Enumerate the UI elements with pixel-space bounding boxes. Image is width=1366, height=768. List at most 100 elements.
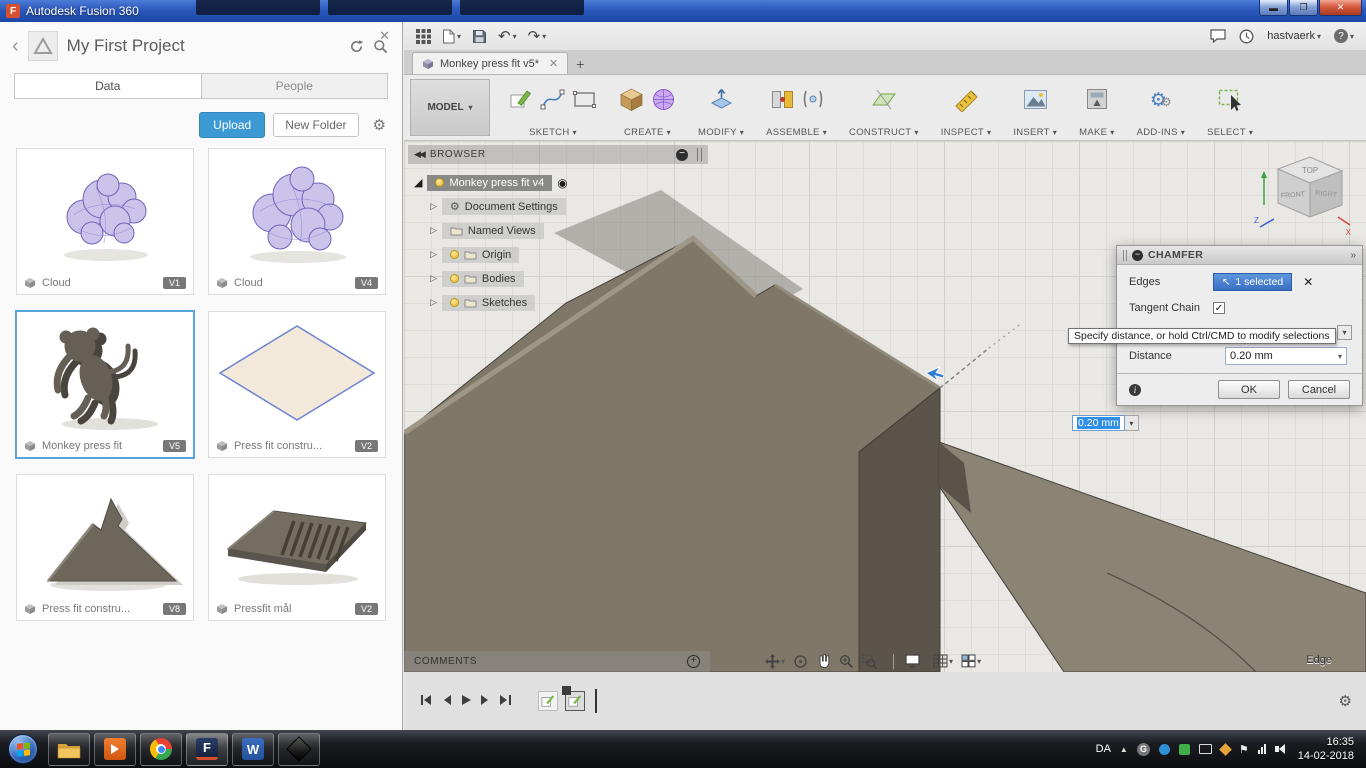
workspace-selector[interactable]: MODEL ▾ [410,79,490,136]
activity-clock-icon[interactable] [1239,29,1254,44]
taskbar-inkscape[interactable] [278,732,320,766]
inline-dropdown-caret[interactable]: ▾ [1124,415,1139,431]
collapsed-triangle-icon[interactable]: ▷ [430,273,437,284]
ok-button[interactable]: OK [1218,380,1280,399]
expand-triangle-icon[interactable]: ◢ [414,176,422,189]
activate-component-icon[interactable]: ◉ [557,176,567,190]
tray-icon-java[interactable] [1218,742,1232,756]
dialog-minimize-icon[interactable]: − [1132,249,1143,261]
browser-row-named-views[interactable]: ▷ Named Views [408,219,708,242]
grid-snap-button[interactable]: ▾ [930,651,956,671]
step-forward-button[interactable] [480,694,490,709]
viewcube-top-label[interactable]: TOP [1302,166,1318,175]
maximize-button[interactable]: ❐ [1289,0,1318,16]
expand-comments-icon[interactable]: + [687,655,700,668]
joint-button[interactable] [770,87,795,115]
browser-grip[interactable] [697,148,702,161]
distance-dropdown-caret[interactable]: ▾ [1338,352,1342,361]
tray-icon-update[interactable]: G [1136,742,1150,756]
browser-root-row[interactable]: ◢ Monkey press fit v4 ◉ [408,171,708,194]
browser-row-bodies[interactable]: ▷ Bodies [408,267,708,290]
zoom-button[interactable] [836,651,857,671]
panel-settings-gear-icon[interactable]: ⚙ [373,116,386,134]
go-to-end-button[interactable] [499,694,512,709]
tray-icon-security[interactable] [1178,743,1190,755]
ribbon-menu-select[interactable]: SELECT ▾ [1207,124,1253,140]
taskbar-fusion-360[interactable]: F [186,732,228,766]
zoom-window-button[interactable]: ▾ [859,651,885,671]
visibility-bulb-icon[interactable] [449,274,459,283]
step-back-button[interactable] [442,694,452,709]
inline-distance-input[interactable]: 0.20 mm ▾ [1072,415,1139,431]
create-form-button[interactable] [651,87,676,115]
measure-button[interactable] [954,87,979,115]
construct-plane-button[interactable] [871,87,897,115]
comments-bar[interactable]: COMMENTS + [404,651,710,672]
model-right-slab[interactable] [938,441,1366,672]
window-titlebar[interactable]: F Autodesk Fusion 360 ▬ ❐ ✕ [0,0,1366,22]
taskbar-media-player[interactable] [94,732,136,766]
tray-icon-network-app[interactable] [1158,743,1170,755]
hidden-icons-chevron[interactable]: ▲ [1120,745,1128,754]
save-button[interactable] [472,29,487,44]
play-button[interactable] [461,694,471,709]
dialog-grip[interactable] [1123,249,1127,261]
undo-button[interactable]: ↶ ▾ [498,29,517,44]
cancel-button[interactable]: Cancel [1288,380,1350,399]
ribbon-menu-sketch[interactable]: SKETCH ▾ [529,124,577,140]
browser-header[interactable]: ◀◀ BROWSER − [408,145,708,164]
background-window-tab[interactable] [328,0,452,15]
ribbon-menu-modify[interactable]: MODIFY ▾ [698,124,744,140]
project-card-cloud-v1[interactable]: Cloud V1 [16,148,194,295]
language-indicator[interactable]: DA [1096,743,1111,755]
visibility-bulb-icon[interactable] [449,298,459,307]
collapsed-triangle-icon[interactable]: ▷ [430,201,437,212]
display-settings-button[interactable]: ▾ [902,651,928,671]
as-built-joint-button[interactable] [802,87,824,114]
distance-input[interactable]: 0.20 mm ▾ [1225,347,1347,365]
close-document-icon[interactable]: ✕ [549,57,558,70]
tab-people[interactable]: People [200,74,387,98]
go-to-start-button[interactable] [420,694,433,709]
spline-tool-button[interactable] [540,87,565,114]
taskbar-clock[interactable]: 16:35 14-02-2018 [1298,735,1354,764]
ribbon-menu-make[interactable]: MAKE ▾ [1079,124,1114,140]
tab-data[interactable]: Data [15,74,201,98]
start-button[interactable] [8,734,38,764]
minimize-button[interactable]: ▬ [1259,0,1288,16]
browser-row-sketches[interactable]: ▷ Sketches [408,291,708,314]
project-card-monkey-press-fit[interactable]: Monkey press fit V5 [15,310,195,459]
insert-image-button[interactable] [1023,88,1048,114]
edges-selection-button[interactable]: ↖ 1 selected [1213,273,1293,291]
viewports-button[interactable]: ▾ [958,651,984,671]
tray-icon-display[interactable] [1198,744,1212,754]
tray-icon-action-center[interactable]: ⚑ [1239,743,1249,756]
select-tool-button[interactable] [1217,86,1243,115]
project-card-pressfit-maal[interactable]: Pressfit mål V2 [208,474,386,621]
visibility-bulb-icon[interactable] [435,178,445,187]
comment-bubble-icon[interactable] [1210,29,1226,43]
pan-button[interactable]: ▾ [762,651,788,671]
data-panel-close-icon[interactable]: ✕ [379,28,390,44]
ribbon-menu-construct[interactable]: CONSTRUCT ▾ [849,124,919,140]
addins-button[interactable]: ⚙⚙ [1150,91,1172,110]
create-box-button[interactable] [619,87,644,115]
document-tab[interactable]: Monkey press fit v5* ✕ [412,52,569,74]
new-document-tab-button[interactable]: + [568,54,592,74]
taskbar-chrome[interactable] [140,732,182,766]
volume-icon[interactable] [1274,744,1285,754]
dialog-dock-icon[interactable]: » [1350,250,1356,261]
taskbar-explorer[interactable] [48,732,90,766]
network-signal-icon[interactable] [1257,744,1266,754]
account-menu[interactable]: hastvaerk ▾ [1267,30,1321,42]
collapsed-triangle-icon[interactable]: ▷ [430,297,437,308]
back-chevron-icon[interactable]: ‹ [12,36,19,56]
info-icon[interactable]: i [1129,383,1141,396]
ribbon-menu-inspect[interactable]: INSPECT ▾ [941,124,992,140]
make-button[interactable] [1085,87,1109,114]
project-card-press-fit-v2[interactable]: Press fit constru... V2 [208,311,386,458]
visibility-bulb-icon[interactable] [449,250,459,259]
timeline-feature-sketch-2[interactable] [562,686,585,711]
create-sketch-button[interactable] [509,87,533,114]
new-folder-button[interactable]: New Folder [273,113,359,137]
